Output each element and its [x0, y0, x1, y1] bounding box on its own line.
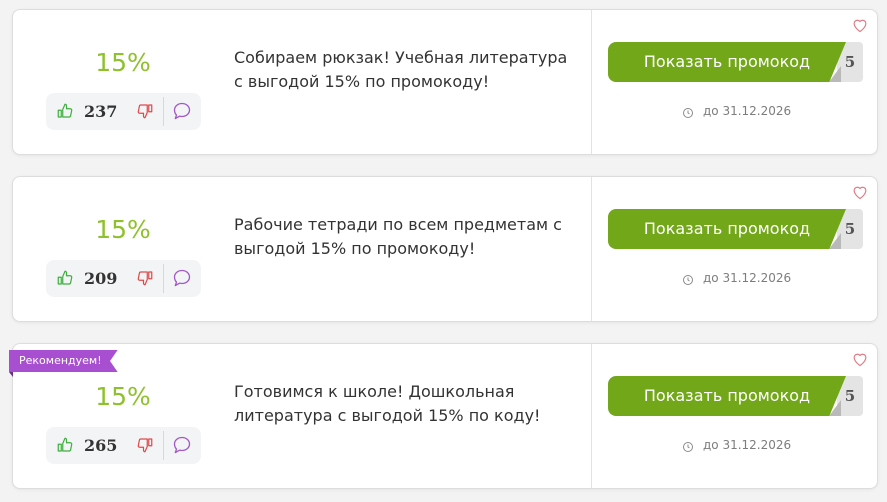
coupon-card: 15% 237 Собираем рюкзак! Учебная литерат…	[12, 9, 878, 155]
show-promo-label: Показать промокод	[643, 386, 811, 405]
coupon-card: 15% 209 Рабочие тетради по всем предмета…	[12, 176, 878, 322]
coupon-description: Готовимся к школе! Дошкольная литература…	[234, 382, 541, 425]
expiry-text: до 31.12.2026	[703, 271, 792, 285]
coupon-left-column: 15% 237	[45, 10, 201, 154]
vote-box: 237	[46, 93, 201, 130]
vote-box: 209	[46, 260, 201, 297]
button-fold	[829, 400, 841, 416]
show-promo-button[interactable]: Показать промокод	[608, 209, 846, 249]
expiry-date: до 31.12.2026	[681, 271, 791, 285]
discount-value: 15%	[95, 48, 151, 77]
heart-icon[interactable]	[851, 17, 869, 33]
vote-box: 265	[46, 427, 201, 464]
promo-block: 5 Показать промокод	[608, 42, 863, 82]
comment-icon[interactable]	[172, 268, 192, 288]
expiry-text: до 31.12.2026	[703, 104, 792, 118]
coupon-description: Рабочие тетради по всем предметам с выго…	[234, 215, 562, 258]
coupon-left-column: 15% 209	[45, 177, 201, 321]
comment-icon[interactable]	[172, 101, 192, 121]
vote-count: 237	[84, 102, 118, 121]
column-divider	[591, 10, 592, 154]
vote-count: 265	[84, 436, 118, 455]
promo-block: 5 Показать промокод	[608, 376, 863, 416]
thumbs-up-icon[interactable]	[56, 435, 74, 455]
thumbs-up-icon[interactable]	[56, 268, 74, 288]
show-promo-button[interactable]: Показать промокод	[608, 42, 846, 82]
badge-tail	[9, 372, 13, 377]
vote-count: 209	[84, 269, 118, 288]
promo-block: 5 Показать промокод	[608, 209, 863, 249]
button-fold	[829, 66, 841, 82]
coupon-description: Собираем рюкзак! Учебная литература с вы…	[234, 48, 568, 91]
heart-icon[interactable]	[851, 351, 869, 367]
column-divider	[591, 344, 592, 488]
vote-divider	[163, 264, 164, 293]
discount-value: 15%	[95, 215, 151, 244]
thumbs-down-icon[interactable]	[136, 435, 154, 455]
expiry-text: до 31.12.2026	[703, 438, 792, 452]
discount-value: 15%	[95, 382, 151, 411]
show-promo-label: Показать промокод	[643, 52, 811, 71]
thumbs-up-icon[interactable]	[56, 101, 74, 121]
vote-divider	[163, 431, 164, 460]
show-promo-button[interactable]: Показать промокод	[608, 376, 846, 416]
column-divider	[591, 177, 592, 321]
heart-icon[interactable]	[851, 184, 869, 200]
thumbs-down-icon[interactable]	[136, 268, 154, 288]
expiry-date: до 31.12.2026	[681, 438, 791, 452]
coupon-left-column: 15% 265	[45, 344, 201, 488]
coupon-card: Рекомендуем! 15% 265 Готовимся к школе! …	[9, 343, 878, 489]
thumbs-down-icon[interactable]	[136, 101, 154, 121]
show-promo-label: Показать промокод	[643, 219, 811, 238]
button-fold	[829, 233, 841, 249]
expiry-date: до 31.12.2026	[681, 104, 791, 118]
comment-icon[interactable]	[172, 435, 192, 455]
vote-divider	[163, 97, 164, 126]
